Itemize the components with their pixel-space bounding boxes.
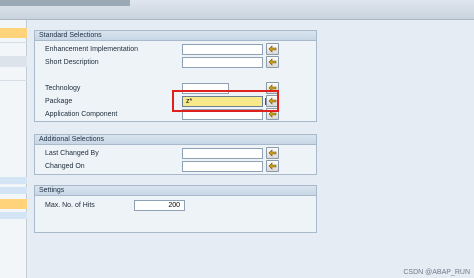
last-changed-by-input[interactable] xyxy=(182,148,263,159)
row-max-hits: Max. No. of Hits 200 xyxy=(35,199,318,212)
group-title: Settings xyxy=(35,186,316,196)
short-description-input[interactable] xyxy=(182,57,263,68)
nav-selected-item[interactable] xyxy=(0,199,27,209)
nav-item[interactable] xyxy=(0,212,27,219)
multiple-selection-icon xyxy=(268,162,277,170)
field-label: Max. No. of Hits xyxy=(45,202,95,209)
nav-divider xyxy=(0,80,27,81)
changed-on-input[interactable] xyxy=(182,161,263,172)
max-hits-input[interactable]: 200 xyxy=(134,200,185,211)
field-label: Technology xyxy=(45,85,81,92)
multiple-selection-icon xyxy=(268,149,277,157)
selection-screen: Standard Selections Enhancement Implemen… xyxy=(28,20,474,278)
group-title: Standard Selections xyxy=(35,31,316,41)
multiple-selection-icon xyxy=(268,58,277,66)
multiple-selection-button[interactable] xyxy=(266,147,279,159)
multiple-selection-icon xyxy=(268,45,277,53)
field-label: Enhancement Implementation xyxy=(45,46,138,53)
row-changed-on: Changed On xyxy=(35,160,318,173)
field-label: Changed On xyxy=(45,163,85,170)
nav-divider xyxy=(0,42,27,43)
additional-selections-group: Additional Selections Last Changed By Ch… xyxy=(34,134,317,175)
multiple-selection-button[interactable] xyxy=(266,160,279,172)
highlight-frame xyxy=(172,90,279,112)
multiple-selection-button[interactable] xyxy=(266,43,279,55)
navigation-panel xyxy=(0,20,27,278)
row-short-description: Short Description xyxy=(35,56,318,69)
field-label: Short Description xyxy=(45,59,99,66)
row-enhancement-implementation: Enhancement Implementation xyxy=(35,43,318,56)
watermark: CSDN @ABAP_RUN xyxy=(403,269,470,276)
title-bar xyxy=(0,0,474,20)
field-label: Application Component xyxy=(45,111,118,118)
nav-item[interactable] xyxy=(0,187,27,194)
nav-item[interactable] xyxy=(0,177,27,184)
group-title: Additional Selections xyxy=(35,135,316,145)
nav-selected-item[interactable] xyxy=(0,28,27,38)
row-last-changed-by: Last Changed By xyxy=(35,147,318,160)
field-label: Package xyxy=(45,98,73,105)
nav-item[interactable] xyxy=(0,56,27,67)
settings-group: Settings Max. No. of Hits 200 xyxy=(34,185,317,233)
enhancement-implementation-input[interactable] xyxy=(182,44,263,55)
field-label: Last Changed By xyxy=(45,150,99,157)
multiple-selection-button[interactable] xyxy=(266,56,279,68)
title-bar-stub xyxy=(0,0,130,6)
